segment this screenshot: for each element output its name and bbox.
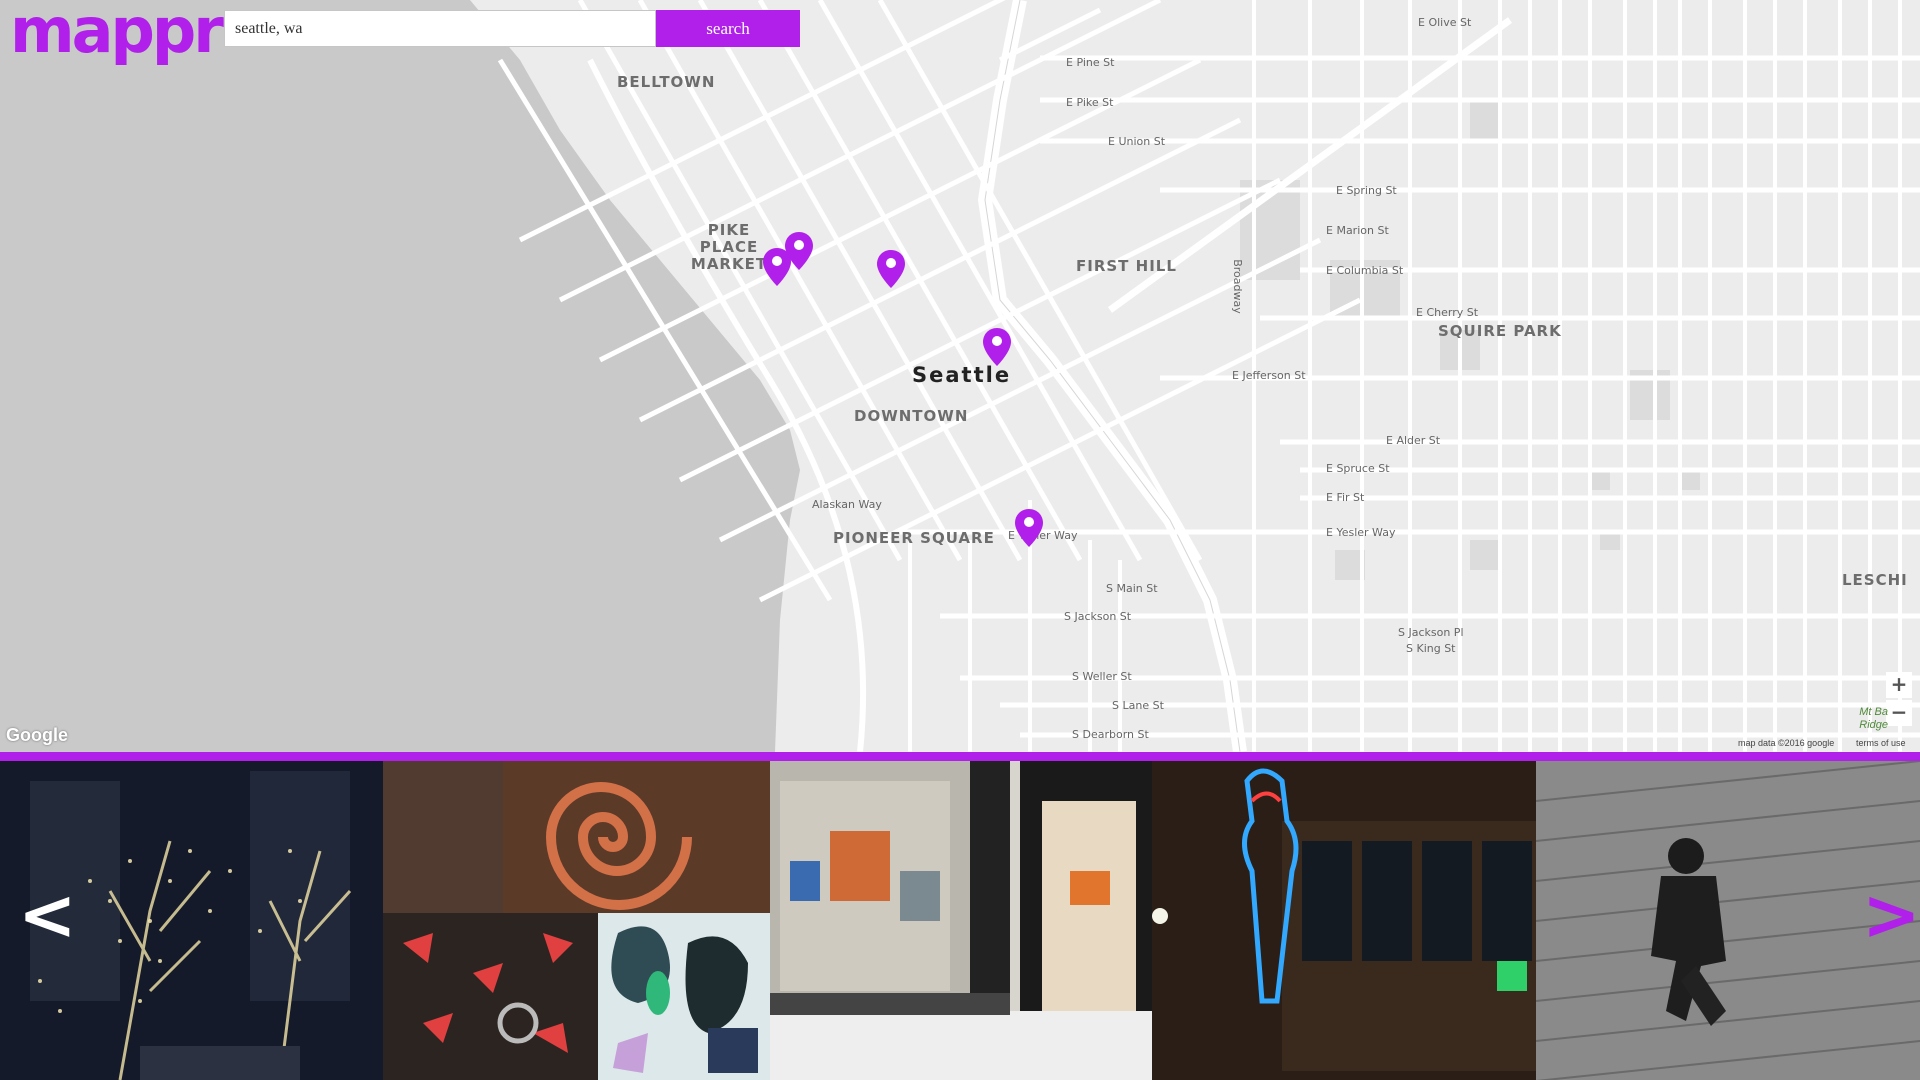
photo-red-shards[interactable] — [383, 913, 598, 1080]
street-label: E Columbia St — [1326, 264, 1404, 277]
district-label-pioneer-square: PIONEER SQUARE — [833, 529, 995, 547]
district-label-downtown: DOWNTOWN — [854, 407, 969, 425]
street-label: E Jefferson St — [1232, 369, 1306, 382]
street-label: E Spruce St — [1326, 462, 1390, 475]
street-label: E Union St — [1108, 135, 1166, 148]
gallery-next-button[interactable]: > — [1862, 880, 1920, 950]
street-label: E Alder St — [1386, 434, 1441, 447]
district-label-first-hill: FIRST HILL — [1076, 257, 1177, 275]
street-label: E Yesler Way — [1326, 526, 1396, 539]
street-label: S Jackson Pl — [1398, 626, 1464, 639]
street-label: S Main St — [1106, 582, 1158, 595]
district-label-squire-park: SQUIRE PARK — [1438, 322, 1562, 340]
street-label: Broadway — [1230, 259, 1244, 314]
photo-glass-mosaic[interactable] — [598, 913, 770, 1080]
city-label: Seattle — [912, 363, 1012, 387]
street-label: E Cherry St — [1416, 306, 1479, 319]
neon-guitar-image — [1152, 761, 1536, 1080]
zinc-gallery-image — [770, 761, 1152, 1080]
district-label-belltown: BELLTOWN — [617, 73, 716, 91]
district-label-leschi: LESCHI — [1842, 571, 1908, 589]
street-label: S King St — [1406, 642, 1456, 655]
glass-mosaic-image — [598, 913, 770, 1080]
street-label: S Dearborn St — [1072, 728, 1149, 741]
red-shards-image — [383, 913, 598, 1080]
search-button[interactable]: search — [656, 10, 800, 47]
gallery-divider — [0, 752, 1920, 761]
map[interactable]: mappr search BELLTOWN PIKE PLACE MARKET … — [0, 0, 1920, 752]
street-label: E Olive St — [1418, 16, 1472, 29]
photo-gallery[interactable] — [0, 761, 1920, 1080]
google-logo[interactable]: Google — [6, 725, 68, 746]
street-label: E Pine St — [1066, 56, 1115, 69]
gallery-prev-button[interactable]: < — [18, 880, 77, 950]
photo-pin-4[interactable] — [983, 328, 1011, 366]
photo-neon-guitar[interactable] — [1152, 761, 1536, 1080]
photo-zinc-gallery[interactable] — [770, 761, 1152, 1080]
spiral-stone-image — [383, 761, 770, 913]
map-place-label: Mt Ba Ridge — [1859, 706, 1888, 731]
street-label: Alaskan Way — [812, 498, 882, 511]
terms-of-use-link[interactable]: terms of use — [1856, 738, 1906, 748]
zoom-in-button[interactable]: + — [1886, 672, 1912, 698]
street-label: E Marion St — [1326, 224, 1389, 237]
search-input[interactable] — [224, 10, 656, 47]
street-label: E Pike St — [1066, 96, 1114, 109]
zoom-out-button[interactable]: − — [1886, 700, 1912, 726]
street-label: E Spring St — [1336, 184, 1397, 197]
street-label: E Fir St — [1326, 491, 1365, 504]
photo-pin-2[interactable] — [785, 232, 813, 270]
photo-pin-5[interactable] — [1015, 509, 1043, 547]
photo-spiral-stone[interactable] — [383, 761, 770, 913]
photo-pin-3[interactable] — [877, 250, 905, 288]
street-label: S Lane St — [1112, 699, 1164, 712]
app-logo[interactable]: mappr — [10, 0, 224, 67]
street-label: S Weller St — [1072, 670, 1132, 683]
street-label: S Jackson St — [1064, 610, 1132, 623]
map-data-attribution: map data ©2016 google — [1738, 738, 1835, 748]
